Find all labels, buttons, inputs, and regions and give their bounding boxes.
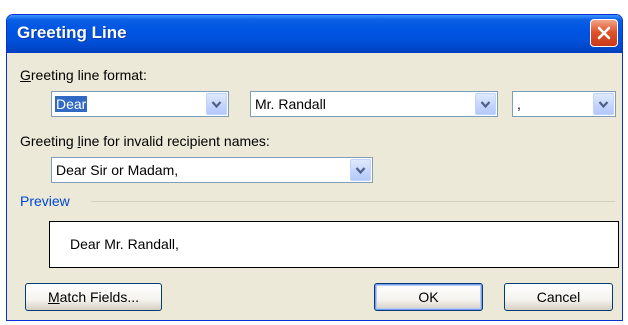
salutation-dropdown[interactable]: Dear: [51, 91, 229, 117]
punctuation-value: ,: [517, 96, 521, 112]
name-format-dropdown[interactable]: Mr. Randall: [250, 91, 498, 117]
dialog-title: Greeting Line: [17, 23, 127, 42]
ok-button[interactable]: OK: [374, 283, 483, 311]
punctuation-dropdown-button[interactable]: [593, 93, 614, 115]
preview-divider: [91, 201, 615, 202]
close-button[interactable]: [590, 19, 618, 47]
invalid-names-value: Dear Sir or Madam,: [56, 162, 179, 178]
name-format-value: Mr. Randall: [255, 96, 326, 112]
greeting-line-dialog: Greeting Line Greeting line format: Dear…: [6, 14, 623, 321]
match-fields-button[interactable]: Match Fields...: [25, 283, 162, 311]
close-icon: [597, 26, 611, 40]
chevron-down-icon: [480, 101, 491, 109]
preview-box: Dear Mr. Randall,: [49, 221, 619, 268]
preview-text: Dear Mr. Randall,: [70, 236, 179, 252]
title-bar[interactable]: Greeting Line: [7, 15, 622, 53]
chevron-down-icon: [211, 101, 222, 109]
preview-label: Preview: [20, 193, 70, 209]
cancel-button[interactable]: Cancel: [504, 283, 613, 311]
salutation-dropdown-button[interactable]: [206, 93, 227, 115]
greeting-format-label: Greeting line format:: [20, 67, 147, 83]
punctuation-dropdown[interactable]: ,: [512, 91, 616, 117]
salutation-value: Dear: [55, 96, 88, 112]
invalid-names-dropdown[interactable]: Dear Sir or Madam,: [51, 157, 373, 183]
invalid-names-label: Greeting line for invalid recipient name…: [20, 133, 270, 149]
name-format-dropdown-button[interactable]: [475, 93, 496, 115]
chevron-down-icon: [355, 167, 366, 175]
chevron-down-icon: [598, 101, 609, 109]
invalid-names-dropdown-button[interactable]: [350, 159, 371, 181]
